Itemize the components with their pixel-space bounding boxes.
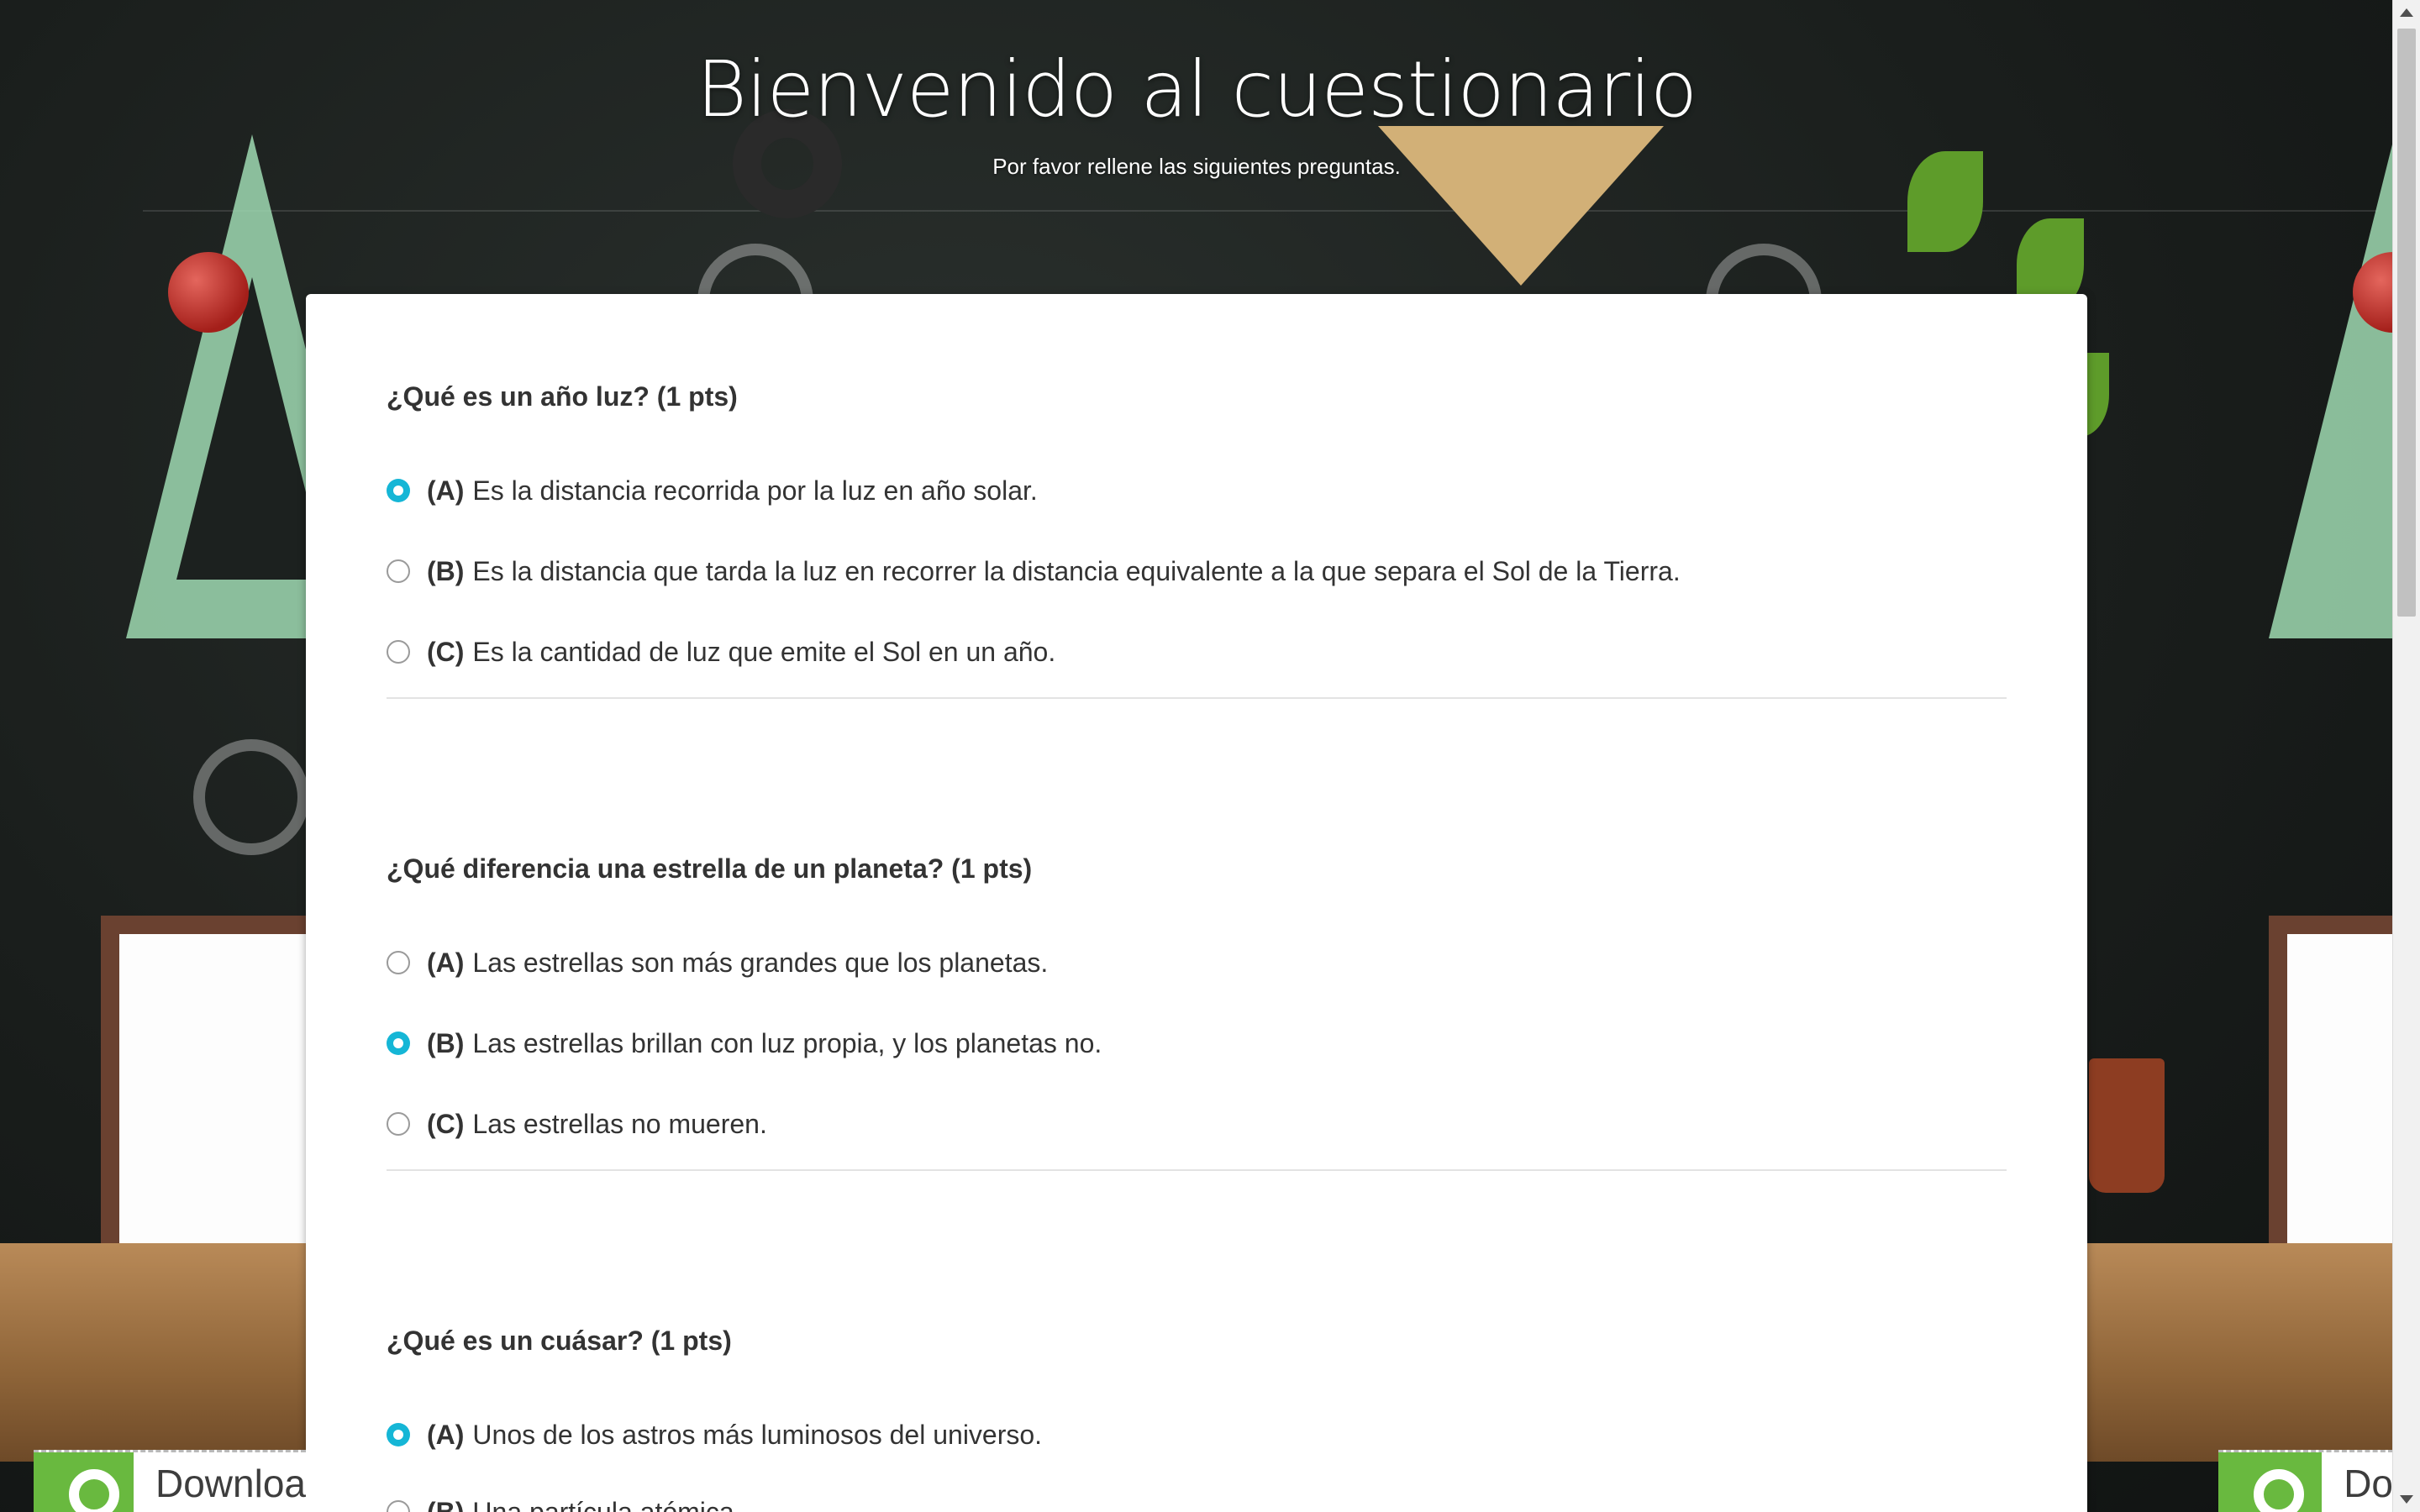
radio-selected-icon[interactable] (387, 1032, 410, 1055)
option-1b[interactable]: (B) Es la distancia que tarda la luz en … (387, 553, 1681, 590)
ad-text: Downloa (155, 1462, 306, 1505)
scrollbar-thumb[interactable] (2397, 29, 2416, 617)
radio-icon[interactable] (387, 951, 410, 974)
radio-selected-icon[interactable] (387, 1423, 410, 1446)
question-2: ¿Qué diferencia una estrella de un plane… (387, 850, 2007, 1171)
header-divider (143, 210, 2378, 212)
plant-pot (2089, 1058, 2165, 1193)
radio-icon[interactable] (387, 1500, 410, 1512)
question-title: ¿Qué diferencia una estrella de un plane… (387, 853, 1033, 884)
option-letter: (C) (427, 1108, 465, 1139)
option-text: Es la distancia recorrida por la luz en … (472, 475, 1038, 506)
dreamstime-logo-icon (34, 1452, 134, 1512)
option-text: Es la distancia que tarda la luz en reco… (472, 555, 1681, 586)
option-letter: (B) (427, 555, 465, 586)
question-3: ¿Qué es un cuásar? (1 pts) (A) Unos de l… (387, 1322, 2007, 1512)
option-2a[interactable]: (A) Las estrellas son más grandes que lo… (387, 944, 1048, 981)
option-3b[interactable]: (B) Una partícula atómica. (387, 1494, 742, 1512)
option-2b[interactable]: (B) Las estrellas brillan con luz propia… (387, 1025, 1102, 1062)
question-title: ¿Qué es un cuásar? (1 pts) (387, 1326, 732, 1356)
vertical-scrollbar[interactable] (2392, 0, 2420, 1512)
option-text: Las estrellas brillan con luz propia, y … (472, 1027, 1102, 1058)
dreamstime-logo-icon (2218, 1452, 2323, 1512)
option-letter: (A) (427, 947, 465, 978)
option-letter: (C) (427, 636, 465, 667)
question-divider (387, 697, 2007, 699)
radio-icon[interactable] (387, 559, 410, 583)
page-subtitle: Por favor rellene las siguientes pregunt… (992, 154, 1401, 179)
ad-banner-left[interactable]: Downloa (34, 1450, 306, 1512)
option-1c[interactable]: (C) Es la cantidad de luz que emite el S… (387, 633, 1055, 670)
quiz-card: ¿Qué es un año luz? (1 pts) (A) Es la di… (306, 294, 2087, 1512)
set-square (1378, 126, 1664, 286)
question-1: ¿Qué es un año luz? (1 pts) (A) Es la di… (387, 378, 2007, 699)
option-3a[interactable]: (A) Unos de los astros más luminosos del… (387, 1416, 1042, 1453)
option-2c[interactable]: (C) Las estrellas no mueren. (387, 1105, 767, 1142)
option-text: Unos de los astros más luminosos del uni… (472, 1419, 1043, 1450)
option-letter: (A) (427, 475, 465, 506)
question-title: ¿Qué es un año luz? (1 pts) (387, 381, 738, 412)
radio-icon[interactable] (387, 1112, 410, 1136)
option-letter: (B) (427, 1496, 465, 1512)
quiz-page: Bienvenido al cuestionario Por favor rel… (0, 0, 2420, 1512)
radio-icon[interactable] (387, 640, 410, 664)
radio-selected-icon[interactable] (387, 479, 410, 502)
scroll-down-arrow-icon[interactable] (2400, 1495, 2413, 1504)
watermark-icon (193, 739, 309, 855)
option-letter: (B) (427, 1027, 465, 1058)
option-text: Es la cantidad de luz que emite el Sol e… (472, 636, 1056, 667)
option-text: Una partícula atómica. (472, 1496, 742, 1512)
option-letter: (A) (427, 1419, 465, 1450)
option-text: Las estrellas son más grandes que los pl… (472, 947, 1049, 978)
option-1a[interactable]: (A) Es la distancia recorrida por la luz… (387, 472, 1038, 509)
page-title: Bienvenido al cuestionario (696, 45, 1697, 134)
ad-text: Do (2344, 1462, 2393, 1505)
option-text: Las estrellas no mueren. (472, 1108, 767, 1139)
red-ball (168, 252, 249, 333)
scroll-up-arrow-icon[interactable] (2400, 8, 2413, 17)
question-divider (387, 1169, 2007, 1171)
ad-banner-right[interactable]: Do (2218, 1450, 2393, 1512)
